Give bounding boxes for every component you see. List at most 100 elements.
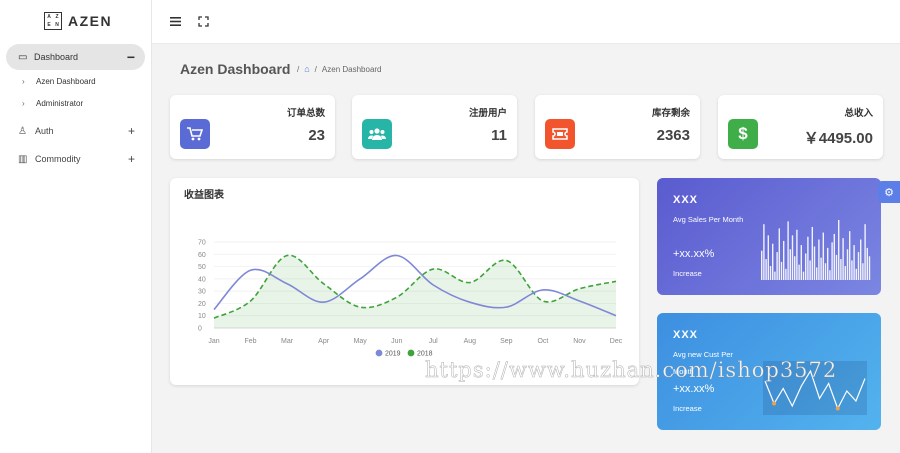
spark-bar xyxy=(761,250,763,280)
card-subtitle: Avg Sales Per Month xyxy=(673,215,744,224)
spark-bar xyxy=(840,259,842,280)
hamburger-icon[interactable] xyxy=(168,15,182,29)
stat-value: 23 xyxy=(308,127,325,144)
topbar xyxy=(152,0,900,44)
breadcrumb-current: Azen Dashboard xyxy=(321,64,382,74)
spark-bar xyxy=(787,221,789,280)
card-heading: XXX xyxy=(673,194,699,206)
spark-bar xyxy=(772,243,774,280)
main-content: Azen Dashboard / ⌂ / Azen Dashboard 订单总数… xyxy=(152,44,900,453)
x-tick-label: Jun xyxy=(391,338,402,345)
sidebar-subitem-azen-dashboard[interactable]: › Azen Dashboard xyxy=(0,70,151,92)
spark-bar xyxy=(866,247,868,280)
spark-bar xyxy=(860,239,862,280)
stat-card-inventory: 库存剩余 2363 xyxy=(535,95,700,159)
card-percent: +xx.xx% xyxy=(673,248,715,260)
chevron-right-icon: › xyxy=(22,76,25,86)
spark-bar xyxy=(829,270,831,280)
spark-bar xyxy=(844,266,846,280)
stat-value: 2363 xyxy=(656,127,690,144)
spark-bar xyxy=(818,239,820,280)
expand-icon[interactable]: + xyxy=(128,124,135,138)
y-tick-label: 30 xyxy=(198,289,206,296)
spark-bar xyxy=(813,246,816,280)
cart-icon xyxy=(180,119,210,149)
legend-label-2019: 2019 xyxy=(385,351,401,358)
card-increase-label: Increase xyxy=(673,269,702,278)
spark-bar xyxy=(851,260,853,280)
legend-swatch-2019 xyxy=(375,349,383,357)
collapse-icon[interactable]: − xyxy=(127,49,135,65)
legend-label-2018: 2018 xyxy=(417,351,433,358)
x-tick-label: Nov xyxy=(573,338,586,345)
sidebar-item-commodity[interactable]: ▥ Commodity + xyxy=(0,145,151,173)
spark-bar xyxy=(846,249,849,280)
y-tick-label: 60 xyxy=(198,252,206,259)
revenue-chart: 0 10 20 30 40 50 60 70 Jan Feb Mar Apr May Jun Jul Aug S… xyxy=(198,240,623,358)
expand-icon[interactable]: + xyxy=(128,152,135,166)
spark-bar xyxy=(789,249,791,280)
spark-bar xyxy=(816,267,818,280)
x-tick-label: Jan xyxy=(208,338,219,345)
sidebar-subitem-label: Azen Dashboard xyxy=(36,76,96,86)
logo-letter: N xyxy=(55,22,59,28)
spark-bar xyxy=(809,260,811,280)
spark-bar xyxy=(822,232,824,280)
logo-letter: A xyxy=(47,14,51,20)
spark-bar xyxy=(796,229,798,280)
home-icon[interactable]: ⌂ xyxy=(304,64,309,74)
spark-bar xyxy=(835,254,838,280)
spark-bar xyxy=(820,257,822,280)
page-title: Azen Dashboard xyxy=(180,61,291,77)
spark-bar xyxy=(805,253,807,280)
logo-letter: Z xyxy=(55,14,59,20)
monitor-icon: ▭ xyxy=(18,51,28,63)
stat-title: 订单总数 xyxy=(286,108,325,119)
logo[interactable]: A Z E N AZEN xyxy=(0,0,151,42)
fullscreen-icon[interactable] xyxy=(196,15,210,29)
stat-title: 库存剩余 xyxy=(651,108,690,119)
sidebar: A Z E N AZEN ▭ Dashboard − › Azen Dashbo… xyxy=(0,0,152,453)
settings-gear-icon[interactable]: ⚙ xyxy=(878,181,900,203)
store-icon: ▥ xyxy=(18,153,28,165)
spark-bar xyxy=(807,236,809,280)
spark-bar xyxy=(849,231,851,280)
user-icon: ♙ xyxy=(18,125,27,137)
sales-bar-sparkline xyxy=(761,220,871,280)
x-tick-label: Mar xyxy=(281,338,294,345)
legend-swatch-2018 xyxy=(407,349,415,357)
watermark-text: https://www.huzhan.com/ishop3572 xyxy=(425,358,838,383)
sidebar-subitem-administrator[interactable]: › Administrator xyxy=(0,92,151,114)
spark-bar xyxy=(765,259,767,280)
spark-bar xyxy=(827,247,829,280)
ticket-icon xyxy=(545,119,575,149)
spark-bar xyxy=(783,240,785,280)
spark-bar xyxy=(855,268,857,280)
logo-text: AZEN xyxy=(68,13,113,29)
spark-bar xyxy=(780,261,783,280)
sidebar-item-auth[interactable]: ♙ Auth + xyxy=(0,117,151,145)
spark-bar xyxy=(800,245,802,280)
spark-bar xyxy=(842,238,844,280)
sidebar-subitem-label: Administrator xyxy=(36,98,84,108)
revenue-chart-card: 收益图表 0 10 20 30 40 50 60 70 Jan Feb Mar Apr May Jun Ju… xyxy=(170,178,639,385)
spark-bar xyxy=(791,235,794,280)
spark-bar xyxy=(802,271,805,280)
card-percent: +xx.xx% xyxy=(673,383,715,395)
chevron-right-icon: › xyxy=(22,98,25,108)
spark-point xyxy=(835,406,840,411)
spark-bar xyxy=(831,242,833,280)
stat-card-users: 注册用户 11 xyxy=(352,95,517,159)
logo-mark: A Z E N xyxy=(44,12,62,30)
spark-bar xyxy=(798,264,800,280)
x-tick-label: Aug xyxy=(464,338,477,345)
breadcrumb: / ⌂ / Azen Dashboard xyxy=(297,64,382,74)
users-icon xyxy=(362,119,392,149)
stat-card-orders: 订单总数 23 xyxy=(170,95,335,159)
x-tick-label: Feb xyxy=(245,338,257,345)
breadcrumb-separator: / xyxy=(297,64,300,74)
sidebar-item-dashboard[interactable]: ▭ Dashboard − xyxy=(6,44,145,70)
stat-value: 11 xyxy=(491,127,507,144)
spark-bar xyxy=(785,268,787,280)
stat-value: ￥4495.00 xyxy=(803,130,873,147)
